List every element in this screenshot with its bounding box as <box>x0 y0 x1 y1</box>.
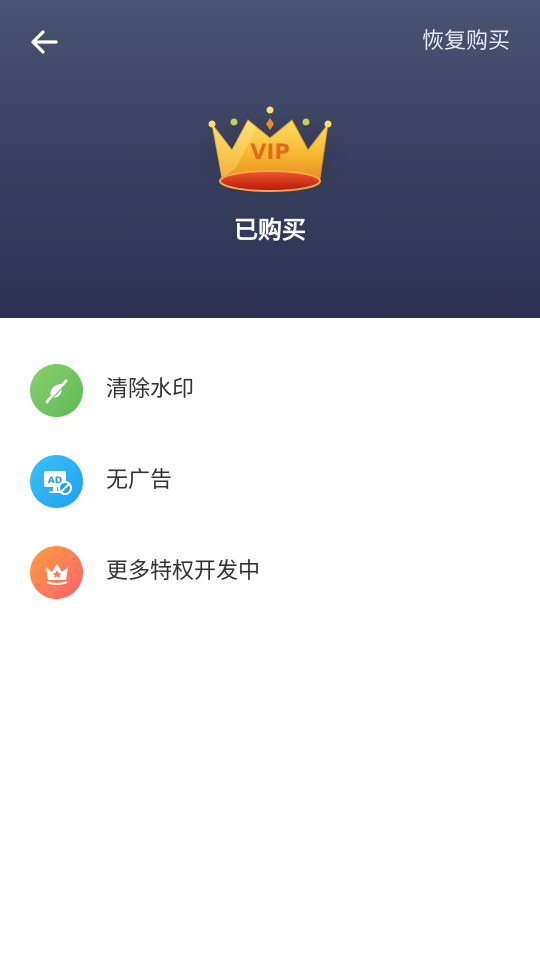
restore-purchase-button[interactable]: 恢复购买 <box>422 26 510 58</box>
benefit-label: 更多特权开发中 <box>106 559 261 584</box>
back-button[interactable] <box>22 22 66 62</box>
benefit-item-watermark: 清除水印 <box>0 360 540 420</box>
arrow-left-icon <box>31 30 58 54</box>
no-ad-icon: AD <box>30 455 83 508</box>
purchased-status: 已购买 <box>234 216 306 244</box>
crown-vip-text: VIP <box>250 140 289 164</box>
benefit-item-no-ads: AD 无广告 <box>0 451 540 511</box>
crown-icon <box>30 546 83 599</box>
benefit-item-more-privileges: 更多特权开发中 <box>0 542 540 602</box>
vip-header: 恢复购买 VIP 已购买 <box>0 0 540 318</box>
vip-crown-icon: VIP <box>196 98 346 200</box>
vip-page: 恢复购买 VIP 已购买 清除水印 AD 无广告 更多特权开发中 <box>0 0 540 960</box>
benefit-label: 清除水印 <box>106 377 195 402</box>
benefit-label: 无广告 <box>106 468 173 493</box>
watermark-remove-icon <box>30 364 83 417</box>
